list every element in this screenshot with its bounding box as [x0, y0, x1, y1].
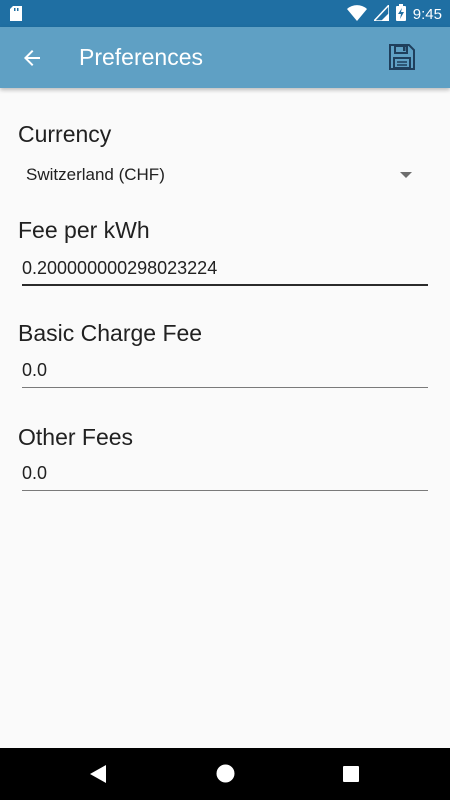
other-fees-input[interactable]	[22, 457, 428, 491]
floppy-disk-icon[interactable]	[388, 43, 416, 71]
battery-charging-icon	[395, 4, 406, 26]
signal-icon	[372, 2, 390, 26]
basic-charge-fee-label: Basic Charge Fee	[18, 320, 203, 346]
fee-per-kwh-label: Fee per kWh	[18, 217, 150, 243]
currency-selected-value: Switzerland (CHF)	[26, 165, 165, 184]
status-bar: 9:45	[0, 0, 450, 27]
wifi-icon	[346, 4, 367, 26]
home-circle-icon[interactable]	[216, 764, 235, 788]
currency-label: Currency	[18, 121, 112, 147]
dropdown-arrow-icon	[400, 172, 412, 178]
arrow-back-icon[interactable]	[20, 46, 44, 70]
sd-card-icon	[10, 6, 22, 26]
navigation-bar	[0, 748, 450, 800]
fee-per-kwh-input[interactable]	[22, 252, 428, 286]
back-triangle-icon[interactable]	[89, 764, 107, 789]
status-time: 9:45	[412, 6, 442, 23]
basic-charge-fee-input[interactable]	[22, 354, 428, 388]
currency-dropdown[interactable]: Switzerland (CHF)	[18, 155, 428, 195]
recents-square-icon[interactable]	[343, 766, 359, 787]
page-title: Preferences	[79, 44, 204, 70]
other-fees-label: Other Fees	[18, 424, 134, 450]
app-bar: Preferences	[0, 27, 450, 88]
